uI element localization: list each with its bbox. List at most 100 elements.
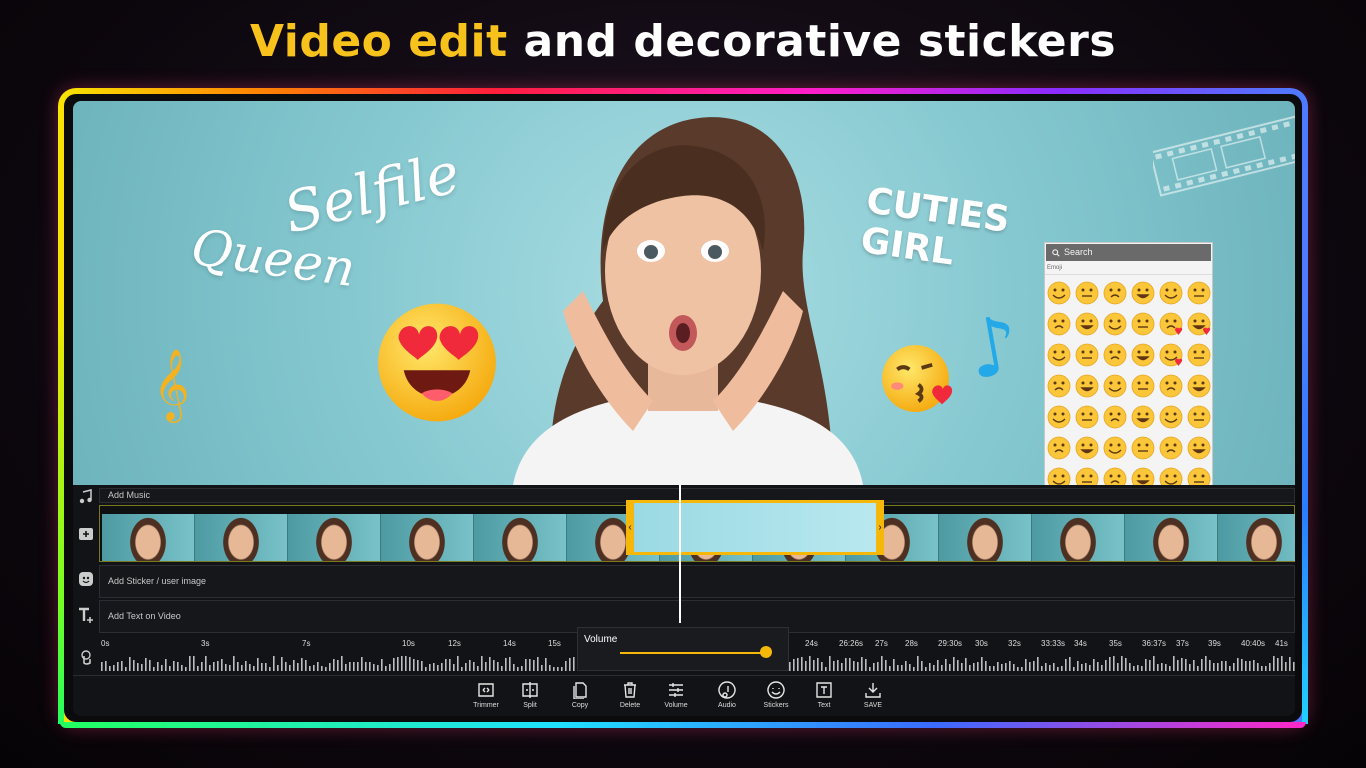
clip-trim-handle-left[interactable]: ‹ <box>626 500 634 555</box>
pensive-icon[interactable] <box>1045 432 1073 463</box>
squinting-tongue-icon[interactable] <box>1129 370 1157 401</box>
kissing-heart-emoji-sticker[interactable] <box>879 339 955 415</box>
playhead[interactable] <box>679 485 681 623</box>
time-tick-label: 15s <box>548 639 561 648</box>
tool-label: Delete <box>619 702 641 709</box>
time-tick-label: 34s <box>1074 639 1087 648</box>
grimacing-icon[interactable] <box>1157 401 1185 432</box>
neutral-icon[interactable] <box>1045 401 1073 432</box>
time-tick-label: 41s <box>1275 639 1288 648</box>
volume-slider-track[interactable] <box>620 652 770 654</box>
tongue-winking-icon[interactable] <box>1101 370 1129 401</box>
stickers-icon <box>767 681 785 699</box>
time-tick-label: 37s <box>1176 639 1189 648</box>
sad-icon[interactable] <box>1129 463 1157 485</box>
emoji-picker-panel[interactable]: Search Emoji <box>1044 242 1213 485</box>
tongue-out-icon[interactable] <box>1129 339 1157 370</box>
filmstrip-decoration <box>1153 110 1295 197</box>
heart-eyes-emoji-sticker[interactable] <box>373 296 501 424</box>
winking-icon[interactable] <box>1073 308 1101 339</box>
tool-label: Stickers <box>763 702 789 709</box>
heart-eyes-icon[interactable] <box>1185 308 1212 339</box>
beaming-face-icon[interactable] <box>1101 277 1129 308</box>
worried-icon[interactable] <box>1073 432 1101 463</box>
expressionless-icon[interactable] <box>1073 401 1101 432</box>
smirking-icon[interactable] <box>1157 370 1185 401</box>
tool-save-button[interactable]: SAVE <box>851 681 895 709</box>
grinning-sweat-icon[interactable] <box>1157 277 1185 308</box>
anxious-icon[interactable] <box>1045 463 1073 485</box>
time-tick-label: 40:40s <box>1241 639 1266 648</box>
text-icon <box>816 682 832 698</box>
smiling-blush-icon[interactable] <box>1101 339 1129 370</box>
fearful-icon[interactable] <box>1185 463 1212 485</box>
add-video-track-icon[interactable] <box>78 525 94 541</box>
tool-stickers-button[interactable]: Stickers <box>754 681 798 709</box>
rolling-laughing-icon[interactable] <box>1185 277 1212 308</box>
slightly-frowning-icon[interactable] <box>1157 432 1185 463</box>
laughing-icon[interactable] <box>1185 370 1212 401</box>
tool-label: Volume <box>664 702 688 709</box>
editing-toolbar: Trimmer Split Copy Delete Volume Audio Sticker… <box>73 675 1295 716</box>
music-note-sticker[interactable]: ♪ <box>960 297 1026 397</box>
clip-thumbnail <box>474 514 567 561</box>
disappointed-icon[interactable] <box>1157 463 1185 485</box>
confused-icon[interactable] <box>1129 432 1157 463</box>
frowning-icon[interactable] <box>1185 401 1212 432</box>
smiling-eyes-icon[interactable] <box>1101 308 1129 339</box>
zany-icon[interactable] <box>1073 370 1101 401</box>
sticker-track-icon <box>79 572 93 586</box>
add-sticker-track[interactable]: Add Sticker / user image <box>99 565 1295 598</box>
flushed-icon[interactable] <box>1073 463 1101 485</box>
clip-thumbnail <box>939 514 1032 561</box>
emoji-grid <box>1045 275 1212 485</box>
clip-trim-handle-right[interactable]: › <box>876 500 884 555</box>
slightly-smiling-icon[interactable] <box>1045 308 1073 339</box>
tool-audio-button[interactable]: Audio <box>705 681 749 709</box>
time-tick-label: 3s <box>201 639 210 648</box>
tool-label: Text <box>817 702 831 709</box>
unamused-icon[interactable] <box>1101 401 1129 432</box>
relieved-icon[interactable] <box>1129 308 1157 339</box>
clip-thumbnail <box>381 514 474 561</box>
treble-clef-sticker[interactable]: 𝄞 <box>153 347 190 421</box>
tool-volume-button[interactable]: Volume <box>654 681 698 709</box>
clip-thumbnail <box>102 514 195 561</box>
tool-delete-button[interactable]: Delete <box>608 681 652 709</box>
tool-label: SAVE <box>863 702 883 709</box>
grinning-big-eyes-icon[interactable] <box>1073 277 1101 308</box>
tool-copy-button[interactable]: Copy <box>558 681 602 709</box>
grinning-face-icon[interactable] <box>1045 277 1073 308</box>
time-tick-label: 27s <box>875 639 888 648</box>
sticker-text-selfile[interactable]: Selfile <box>278 140 466 246</box>
kissing-heart-icon[interactable] <box>1157 339 1185 370</box>
time-tick-label: 33:33s <box>1041 639 1066 648</box>
volume-slider-knob[interactable] <box>759 646 772 658</box>
rolling-eyes-icon[interactable] <box>1129 401 1157 432</box>
video-preview[interactable]: Selfile Queen CUTIES GIRL 𝄞 ♪ Search Emo… <box>73 101 1295 485</box>
headline-rest: and decorative stickers <box>523 16 1117 67</box>
tool-text-button[interactable]: Text <box>802 681 846 709</box>
hushed-icon[interactable] <box>1101 463 1129 485</box>
smiling-icon[interactable] <box>1073 339 1101 370</box>
sleeping-icon[interactable] <box>1101 432 1129 463</box>
tool-trimmer-button[interactable]: Trimmer <box>464 681 508 709</box>
tool-label: Trimmer <box>473 702 499 709</box>
clip-thumbnail <box>288 514 381 561</box>
emoji-search-field[interactable]: Search <box>1046 244 1211 261</box>
selected-clip[interactable]: ‹ › <box>626 500 884 555</box>
tool-split-button[interactable]: Split <box>508 681 552 709</box>
star-struck-icon[interactable] <box>1045 339 1073 370</box>
headline-highlight: Video edit <box>249 16 508 67</box>
grinning-squinting-icon[interactable] <box>1129 277 1157 308</box>
volume-popup-label: Volume <box>584 634 618 645</box>
yum-icon[interactable] <box>1045 370 1073 401</box>
music-track-icon <box>79 489 92 504</box>
split-icon <box>522 682 538 698</box>
kissing-icon[interactable] <box>1185 339 1212 370</box>
touch-gesture-icon <box>81 650 91 665</box>
smiling-hearts-icon[interactable] <box>1157 308 1185 339</box>
time-tick-label: 12s <box>448 639 461 648</box>
astonished-icon[interactable] <box>1185 432 1212 463</box>
time-tick-label: 10s <box>402 639 415 648</box>
